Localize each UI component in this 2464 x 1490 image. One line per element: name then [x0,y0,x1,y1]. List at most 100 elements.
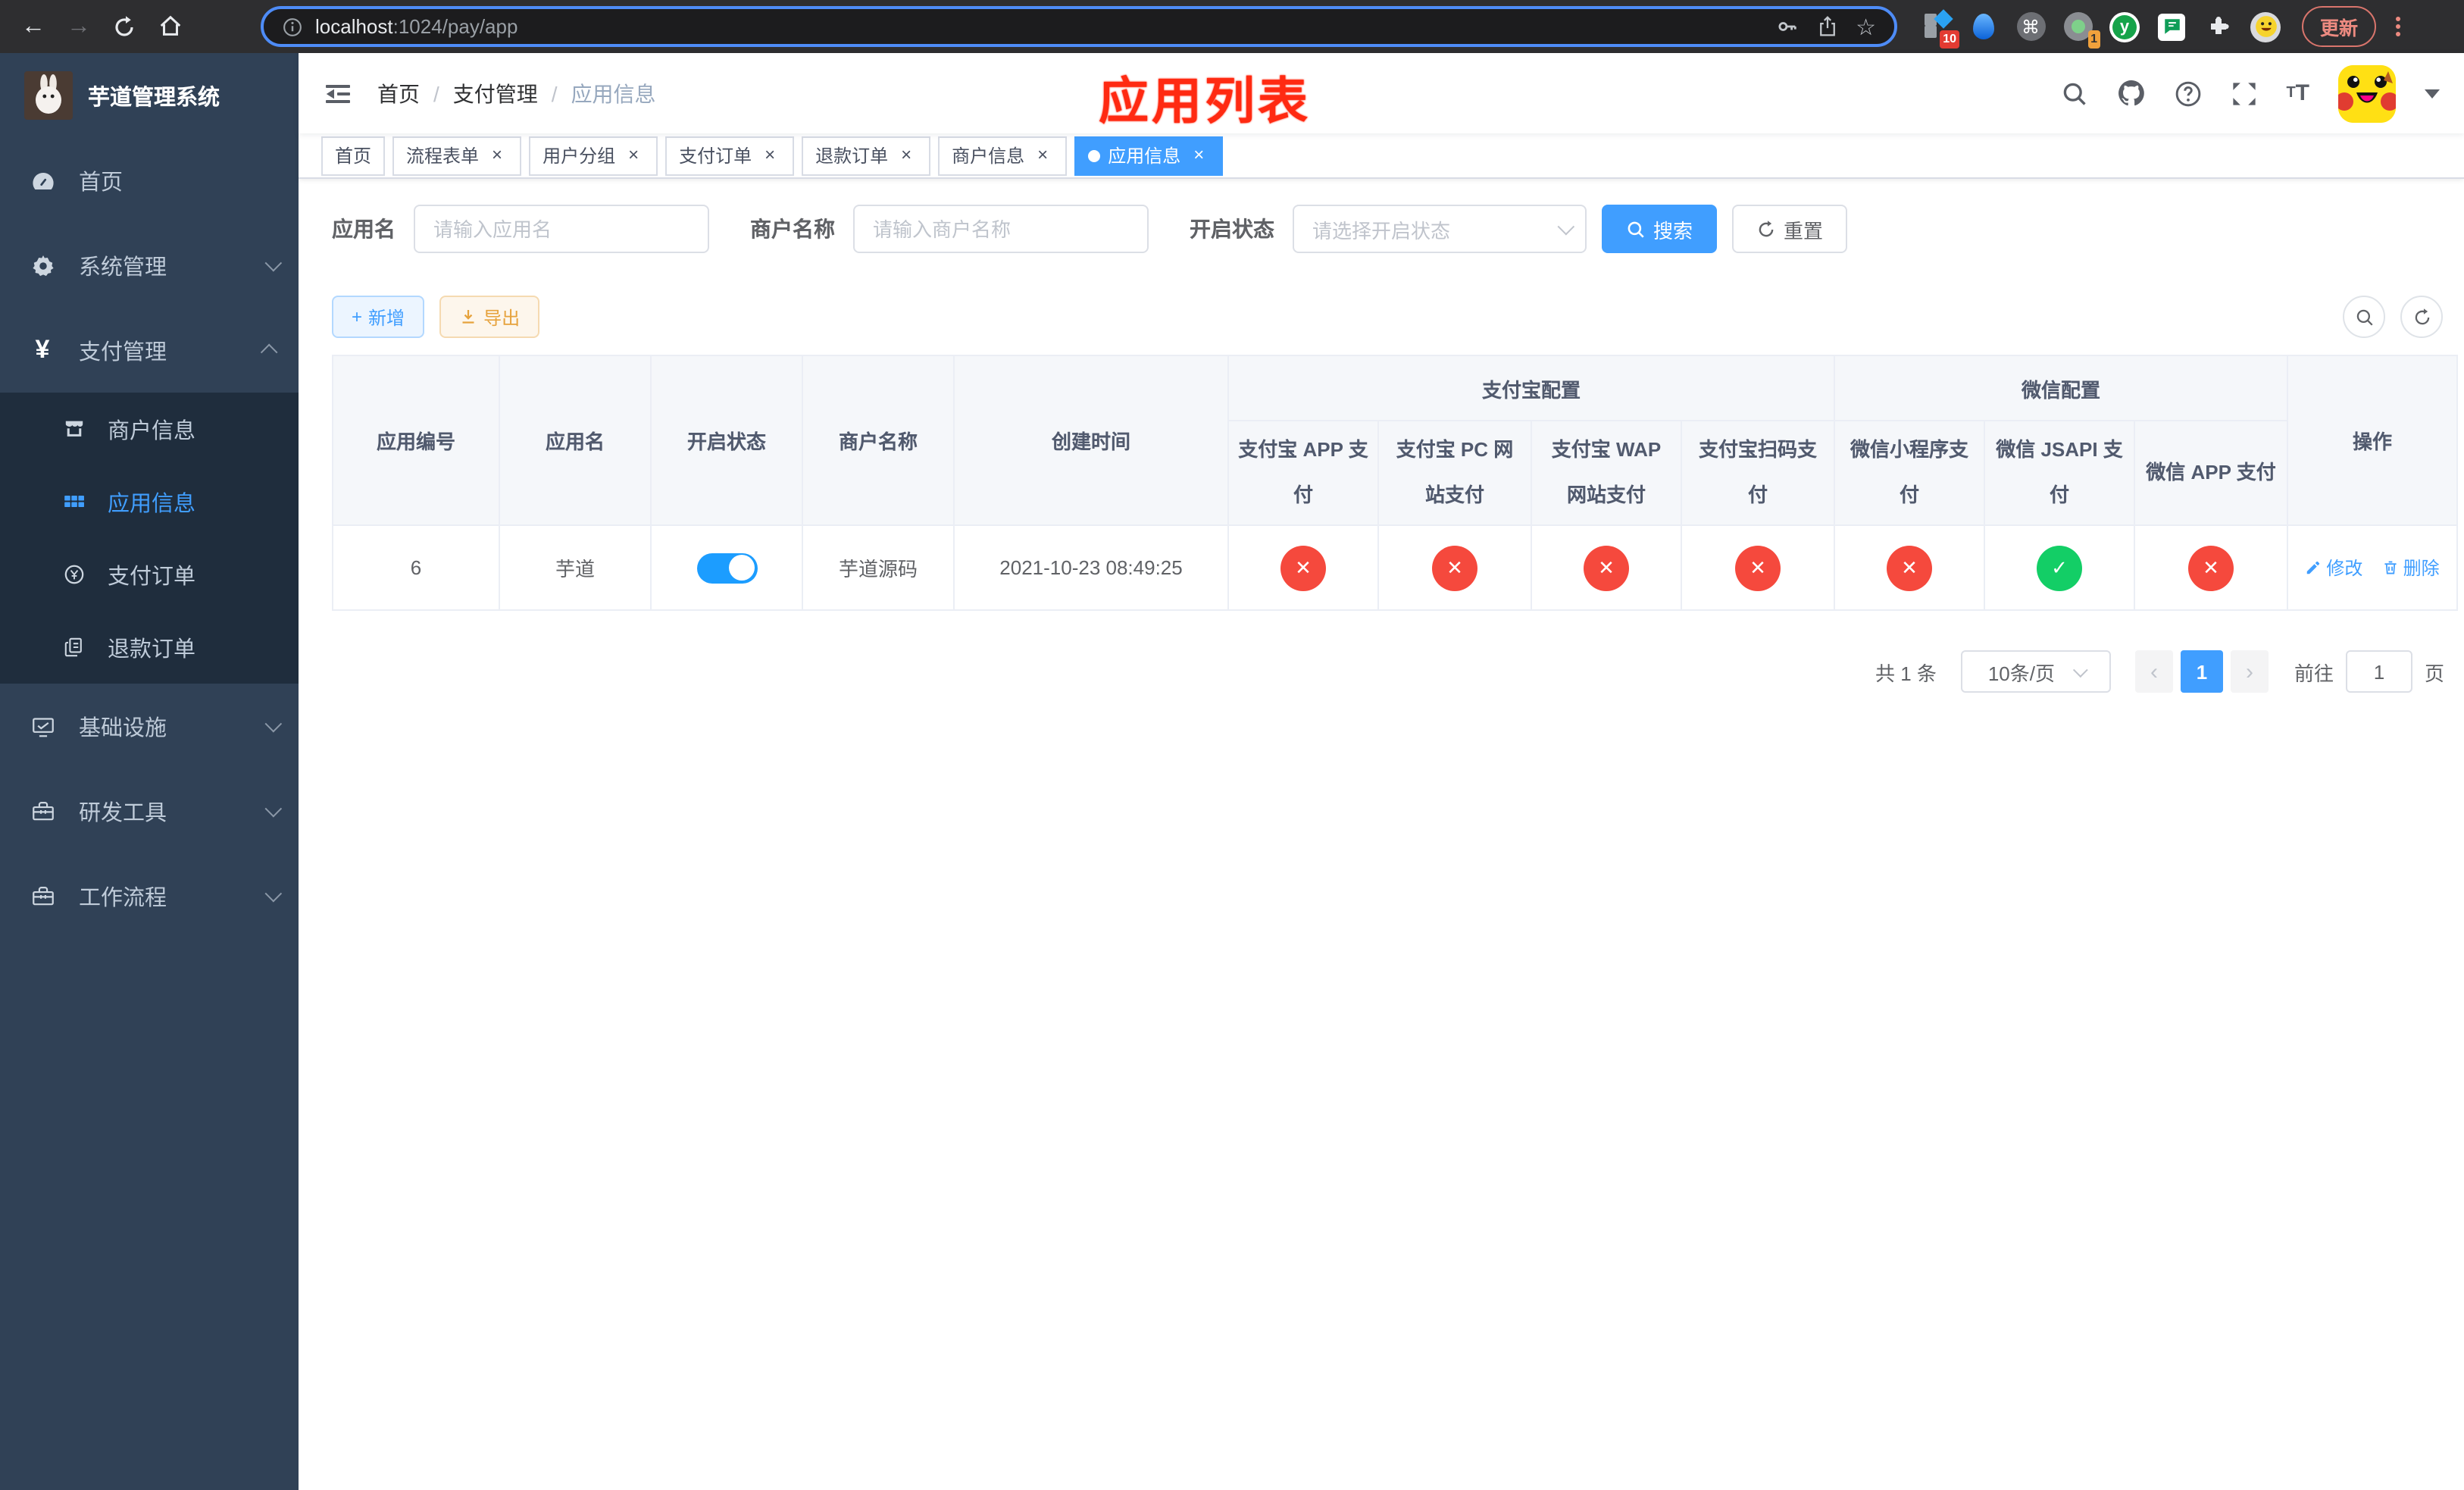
group-header-wechat: 微信配置 [1834,355,2289,421]
col-header-status: 开启状态 [650,355,803,526]
extensions-puzzle-icon[interactable] [2203,11,2234,42]
reset-button[interactable]: 重置 [1732,205,1848,253]
back-icon[interactable]: ← [15,8,52,45]
reload-icon[interactable] [106,8,142,45]
breadcrumb-payment[interactable]: 支付管理 [453,78,538,108]
wechat-jsapi-status-icon: ✓ [2037,545,2083,590]
sidebar-item-system[interactable]: 系统管理 [0,223,299,308]
yen-icon: ¥ [35,335,50,364]
tag-pay-orders[interactable]: 支付订单 × [665,136,795,175]
sidebar-logo-row[interactable]: 芋道管理系统 [0,53,299,138]
tag-home[interactable]: 首页 [321,136,386,175]
sidebar-item-home[interactable]: 首页 [0,138,299,223]
forward-icon[interactable]: → [61,8,97,45]
delete-link[interactable]: 删除 [2382,555,2440,581]
group-header-alipay: 支付宝配置 [1227,355,1836,421]
tag-process-form[interactable]: 流程表单 × [392,136,522,175]
help-icon[interactable] [2174,80,2201,107]
show-search-button[interactable] [2343,296,2385,338]
github-icon[interactable] [2116,79,2145,108]
tag-refund-orders[interactable]: 退款订单 × [802,136,931,175]
search-icon [1628,221,1644,237]
address-bar[interactable]: localhost:1024/pay/app ☆ [261,6,1897,47]
data-table: 应用编号 应用名 开启状态 商户名称 创建时间 支付宝配置 微信配置 操作 支付… [332,355,2459,611]
extension-command-icon[interactable]: ⌘ [2015,11,2046,42]
close-icon[interactable]: × [1188,144,1209,166]
col-header-alipay-wap: 支付宝 WAP 网站支付 [1531,420,1682,526]
merchant-name-input[interactable] [853,205,1149,253]
extension-gem-icon[interactable] [1968,11,1999,42]
sidebar-item-pay-orders[interactable]: 支付订单 [0,538,299,611]
sidebar-item-payment[interactable]: ¥ 支付管理 [0,308,299,393]
col-header-merchant: 商户名称 [802,355,955,526]
cell-app-id: 6 [332,524,500,611]
close-icon[interactable]: × [759,144,780,166]
wechat-app-status-icon: ✕ [2188,545,2234,590]
info-icon[interactable] [282,16,303,37]
status-select[interactable]: 请选择开启状态 [1293,205,1587,253]
tag-app-info[interactable]: 应用信息 × [1074,136,1224,175]
sidebar-collapse-icon[interactable] [323,78,353,108]
page-annotation-title: 应用列表 [1099,73,1311,129]
col-header-wechat-app: 微信 APP 支付 [2134,420,2289,526]
tag-user-group[interactable]: 用户分组 × [529,136,658,175]
plus-icon: + [352,306,363,327]
enable-switch[interactable] [696,552,757,583]
table-row: 6 芋道 芋道源码 2021-10-23 08:49:25 ✕ ✕ ✕ ✕ ✕ [332,524,2459,611]
logo-image [24,71,73,120]
sidebar-item-label: 首页 [79,171,123,195]
prev-page-button[interactable]: ‹ [2134,650,2173,693]
sidebar-item-infrastructure[interactable]: 基础设施 [0,684,299,768]
caret-down-icon[interactable] [2425,89,2440,98]
col-header-app-name: 应用名 [499,355,652,526]
extension-y-icon[interactable]: y [2109,11,2140,42]
edit-link[interactable]: 修改 [2305,555,2362,581]
close-icon[interactable]: × [896,144,917,166]
col-header-alipay-qrcode: 支付宝扫码支付 [1680,420,1836,526]
key-icon[interactable] [1775,15,1798,38]
add-button[interactable]: + 新增 [332,296,425,338]
extension-recorder-icon[interactable]: 1 [2062,11,2100,48]
home-icon[interactable] [152,8,188,45]
breadcrumb-home[interactable]: 首页 [377,78,420,108]
sidebar-item-dev-tools[interactable]: 研发工具 [0,768,299,853]
next-page-button[interactable]: › [2230,650,2269,693]
col-header-app-id: 应用编号 [332,355,500,526]
sidebar-item-merchant-info[interactable]: 商户信息 [0,393,299,465]
browser-profile-avatar[interactable] [2250,11,2281,42]
fullscreen-icon[interactable] [2230,80,2257,107]
user-avatar[interactable] [2338,64,2396,122]
search-button[interactable]: 搜索 [1602,205,1718,253]
bookmark-star-icon[interactable]: ☆ [1856,13,1876,40]
store-icon [61,417,88,441]
share-icon[interactable] [1816,15,1837,38]
sidebar-item-workflow[interactable]: 工作流程 [0,853,299,938]
dashboard-icon [29,167,56,193]
merchant-name-label: 商户名称 [750,217,835,241]
sidebar-item-app-info[interactable]: 应用信息 [0,465,299,538]
sidebar-item-refund-orders[interactable]: 退款订单 [0,611,299,684]
download-icon [462,310,474,324]
col-header-wechat-mini: 微信小程序支付 [1834,420,1986,526]
col-header-alipay-pc: 支付宝 PC 网站支付 [1377,420,1532,526]
goto-page-input[interactable] [2345,650,2412,693]
extension-grid-icon[interactable]: 10 [1921,8,1959,48]
page-content: 应用名 商户名称 开启状态 请选择开启状态 搜索 重置 [299,179,2464,1490]
tag-merchant-info[interactable]: 商户信息 × [938,136,1068,175]
close-icon[interactable]: × [486,144,508,166]
app-name-input[interactable] [414,205,709,253]
font-size-icon[interactable]: TT [2286,80,2309,106]
page-size-select[interactable]: 10条/页 [1960,650,2111,693]
browser-update-button[interactable]: 更新 [2302,6,2377,47]
page-number-button[interactable]: 1 [2180,650,2223,693]
export-button[interactable]: 导出 [439,296,540,338]
close-icon[interactable]: × [1032,144,1053,166]
extension-chat-icon[interactable] [2156,11,2187,42]
search-icon[interactable] [2060,80,2087,107]
refresh-table-button[interactable] [2400,296,2443,338]
alipay-wap-status-icon: ✕ [1584,545,1629,590]
trash-icon [2384,561,2397,574]
browser-menu-icon[interactable] [2388,17,2406,36]
alipay-qrcode-status-icon: ✕ [1735,545,1781,590]
close-icon[interactable]: × [623,144,644,166]
